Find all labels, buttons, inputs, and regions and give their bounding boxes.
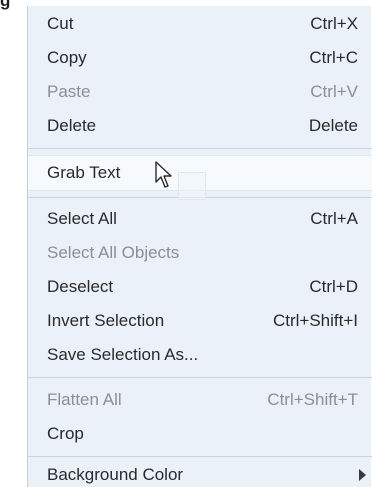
menu-item-paste[interactable]: Paste Ctrl+V [28, 75, 372, 109]
menu-item-invert-selection[interactable]: Invert Selection Ctrl+Shift+I [28, 304, 372, 338]
menu-item-cut[interactable]: Cut Ctrl+X [28, 7, 372, 41]
menu-item-label: Deselect [47, 277, 114, 296]
menu-item-label: Select All [47, 209, 117, 228]
menu-item-label: Save Selection As... [47, 345, 199, 364]
mouse-pointer-icon [155, 161, 172, 188]
menu-item-label: Copy [47, 48, 87, 67]
menu-separator [28, 456, 372, 457]
menu-item-save-selection-as[interactable]: Save Selection As... [28, 338, 372, 372]
menu-item-label: Paste [47, 82, 91, 101]
menu-item-shortcut: Ctrl+Shift+I [272, 311, 358, 330]
menu-item-select-all-objects[interactable]: Select All Objects [28, 236, 372, 270]
menu-item-label: Cut [47, 14, 74, 33]
menu-item-label: Delete [47, 116, 97, 135]
menu-item-label: Flatten All [47, 390, 122, 409]
edit-context-menu: Cut Ctrl+X Copy Ctrl+C Paste Ctrl+V Dele… [27, 6, 372, 487]
menu-separator [28, 377, 372, 378]
menu-item-background-color[interactable]: Background Color [28, 458, 372, 487]
menu-separator [28, 148, 372, 149]
menu-item-flatten-all[interactable]: Flatten All Ctrl+Shift+T [28, 383, 372, 417]
menu-item-shortcut: Ctrl+A [310, 209, 358, 228]
drag-preview-box [178, 172, 206, 200]
menu-item-shortcut: Ctrl+V [310, 82, 358, 101]
menu-item-label: Background Color [47, 465, 184, 484]
menu-item-label: Invert Selection [47, 311, 165, 330]
menu-item-delete[interactable]: Delete Delete [28, 109, 372, 143]
menu-item-shortcut: Ctrl+X [310, 14, 358, 33]
menu-item-copy[interactable]: Copy Ctrl+C [28, 41, 372, 75]
menu-item-shortcut: Ctrl+Shift+T [267, 390, 358, 409]
menu-item-label: Grab Text [47, 163, 121, 182]
menu-item-shortcut: Delete [308, 116, 358, 135]
menu-item-deselect[interactable]: Deselect Ctrl+D [28, 270, 372, 304]
screen: g Cut Ctrl+X Copy Ctrl+C Paste Ctrl+V De… [0, 0, 372, 487]
triangle-right-icon [359, 469, 366, 481]
menu-item-label: Select All Objects [47, 243, 180, 262]
menu-item-shortcut: Ctrl+D [309, 277, 358, 296]
menu-item-select-all[interactable]: Select All Ctrl+A [28, 202, 372, 236]
menu-item-crop[interactable]: Crop [28, 417, 372, 451]
menu-item-shortcut: Ctrl+C [309, 48, 358, 67]
top-strip-label: g [0, 0, 11, 10]
menu-item-label: Crop [47, 424, 84, 443]
